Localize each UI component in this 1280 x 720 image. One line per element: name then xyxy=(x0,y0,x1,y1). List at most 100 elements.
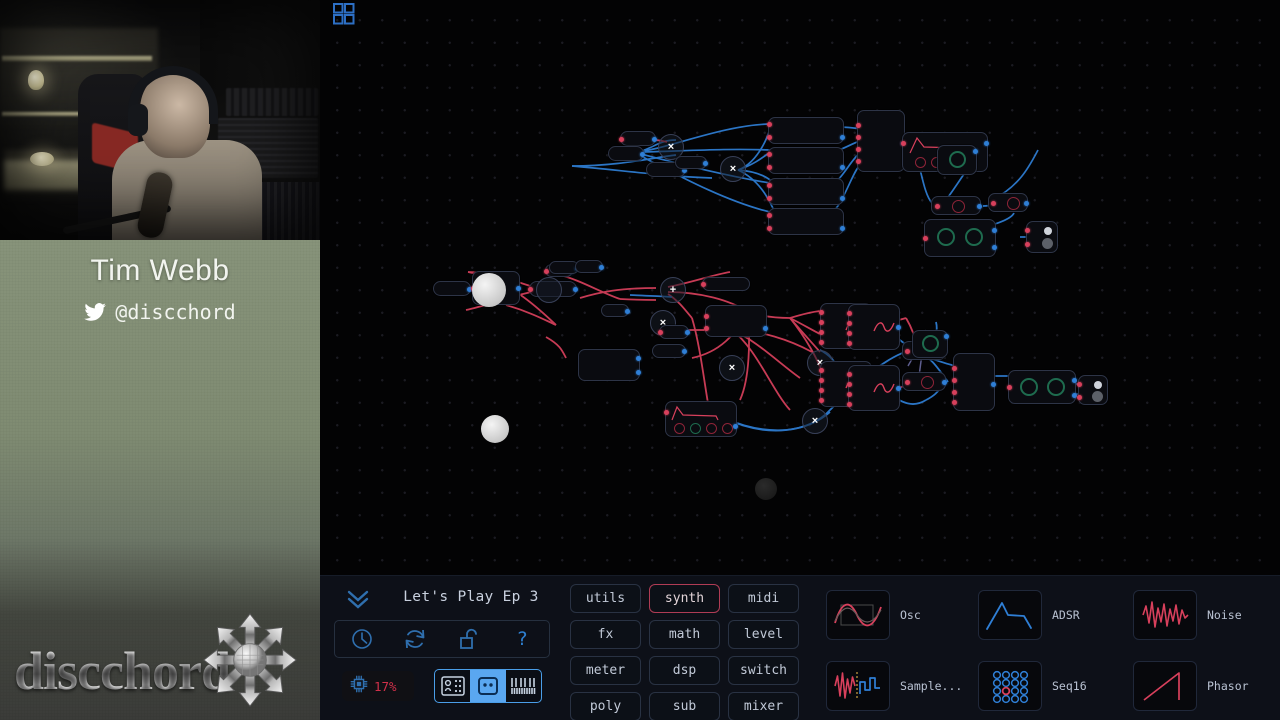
node-amp-upper[interactable] xyxy=(931,196,982,215)
module-seq16[interactable]: Seq16 xyxy=(978,661,1087,711)
category-row-0: utils synth midi xyxy=(570,584,800,613)
category-synth[interactable]: synth xyxy=(649,584,720,613)
sine-wave-icon xyxy=(826,590,890,640)
patch-controls: Let's Play Ep 3 ? 17% xyxy=(328,576,558,720)
webcam-feed xyxy=(0,0,320,240)
twitter-bird-icon xyxy=(84,303,107,321)
module-sample[interactable]: Sample... xyxy=(826,661,962,711)
node-octave-filter[interactable] xyxy=(704,305,768,337)
node-const-a[interactable] xyxy=(619,131,657,146)
ramp-wave-icon xyxy=(1133,661,1197,711)
node-input-lower[interactable] xyxy=(433,281,472,296)
node-output-upper[interactable] xyxy=(1025,221,1058,253)
refresh-icon[interactable] xyxy=(389,621,443,657)
node-knob-green-upper[interactable] xyxy=(937,145,978,175)
name-card: Tim Webb @discchord discchord xyxy=(0,240,320,720)
category-level[interactable]: level xyxy=(728,620,799,649)
node-sum-small[interactable] xyxy=(675,156,708,169)
tool-row: ? xyxy=(334,620,550,658)
category-poly[interactable]: poly xyxy=(570,692,641,720)
sample-hold-icon xyxy=(826,661,890,711)
category-dsp[interactable]: dsp xyxy=(649,656,720,685)
view-mode-keys-icon[interactable] xyxy=(506,670,541,702)
view-mode-list-icon[interactable] xyxy=(435,670,470,702)
node-multiply-3[interactable] xyxy=(536,277,562,303)
help-icon[interactable]: ? xyxy=(496,621,550,657)
node-reverb-lower[interactable] xyxy=(1007,370,1077,404)
handle-row: @discchord xyxy=(0,300,320,324)
logo-wordmark: discchord xyxy=(14,641,231,701)
node-voice-2[interactable] xyxy=(767,147,845,174)
category-sub[interactable]: sub xyxy=(649,692,720,720)
stream-sidebar: Tim Webb @discchord discchord xyxy=(0,0,320,720)
node-osc-bank-4[interactable] xyxy=(847,365,901,411)
module-adsr[interactable]: ADSR xyxy=(978,590,1080,640)
cpu-usage-value: 17% xyxy=(374,678,397,694)
node-voice-4[interactable] xyxy=(767,208,845,235)
module-phasor-label: Phasor xyxy=(1207,679,1249,693)
module-osc-label: Osc xyxy=(900,608,921,622)
node-add-lower[interactable]: + xyxy=(660,277,686,303)
node-gate-lower-2[interactable] xyxy=(658,325,690,339)
node-osc-bank-3[interactable] xyxy=(847,304,901,350)
touch-indicator-1 xyxy=(472,273,506,307)
cpu-chip-icon xyxy=(349,674,369,698)
node-mixer-upper[interactable] xyxy=(856,110,906,172)
bottom-panel: Let's Play Ep 3 ? 17% utils synth midi f… xyxy=(320,575,1280,720)
view-mode-toggle xyxy=(434,669,542,703)
node-output-lower[interactable] xyxy=(1077,375,1108,405)
envelope-icon xyxy=(978,590,1042,640)
patch-title[interactable]: Let's Play Ep 3 xyxy=(386,589,556,605)
node-multiply-2[interactable]: × xyxy=(720,156,746,182)
view-mode-graph-icon[interactable] xyxy=(470,670,506,702)
category-row-3: poly sub mixer xyxy=(570,692,800,720)
module-noise[interactable]: Noise xyxy=(1133,590,1242,640)
touch-indicator-3 xyxy=(755,478,777,500)
category-fx[interactable]: fx xyxy=(570,620,641,649)
node-mixer-lower[interactable] xyxy=(952,353,996,411)
touch-indicator-2 xyxy=(481,415,509,443)
noise-wave-icon xyxy=(1133,590,1197,640)
module-seq16-label: Seq16 xyxy=(1052,679,1087,693)
clock-icon[interactable] xyxy=(335,621,389,657)
node-const-e[interactable] xyxy=(575,260,604,273)
unlock-icon[interactable] xyxy=(442,621,496,657)
node-gate-lower[interactable] xyxy=(652,344,687,358)
node-knob-green-lower[interactable] xyxy=(912,330,949,358)
category-row-1: fx math level xyxy=(570,620,800,649)
display-name: Tim Webb xyxy=(90,254,230,287)
category-grid: utils synth midi fx math level meter dsp… xyxy=(570,576,800,720)
brand-logo: discchord xyxy=(0,610,320,720)
node-reverb-upper[interactable] xyxy=(923,219,997,257)
sequencer-grid-icon xyxy=(978,661,1042,711)
discoball-star-icon xyxy=(203,613,297,707)
module-osc[interactable]: Osc xyxy=(826,590,921,640)
module-sample-label: Sample... xyxy=(900,679,963,693)
category-midi[interactable]: midi xyxy=(728,584,799,613)
node-amp-upper-2[interactable] xyxy=(988,193,1029,212)
module-noise-label: Noise xyxy=(1207,608,1242,622)
node-params-lower[interactable] xyxy=(578,349,641,381)
node-knob-lower[interactable] xyxy=(601,304,630,317)
node-voice-3[interactable] xyxy=(767,178,845,205)
node-multiply-5[interactable]: × xyxy=(719,355,745,381)
patch-canvas[interactable]: × × × + × × × xyxy=(320,0,1280,575)
category-switch[interactable]: switch xyxy=(728,656,799,685)
module-palette: Osc ADSR Noise Sample... Seq16 Phasor xyxy=(820,576,1280,720)
category-row-2: meter dsp switch xyxy=(570,656,800,685)
node-voice-1[interactable] xyxy=(767,117,845,144)
category-mixer[interactable]: mixer xyxy=(728,692,799,720)
node-const-f[interactable] xyxy=(701,277,750,291)
app-root: Tim Webb @discchord discchord × × × + × … xyxy=(0,0,1280,720)
node-adsr-lower[interactable] xyxy=(664,401,738,437)
category-utils[interactable]: utils xyxy=(570,584,641,613)
node-amp-lower-2[interactable] xyxy=(902,372,947,391)
chevron-double-down-icon[interactable] xyxy=(345,588,371,614)
cpu-usage-badge: 17% xyxy=(342,671,414,701)
category-math[interactable]: math xyxy=(649,620,720,649)
module-phasor[interactable]: Phasor xyxy=(1133,661,1249,711)
node-const-b[interactable] xyxy=(608,146,645,161)
help-glyph: ? xyxy=(516,628,528,650)
category-meter[interactable]: meter xyxy=(570,656,641,685)
node-multiply-7[interactable]: × xyxy=(802,408,828,434)
